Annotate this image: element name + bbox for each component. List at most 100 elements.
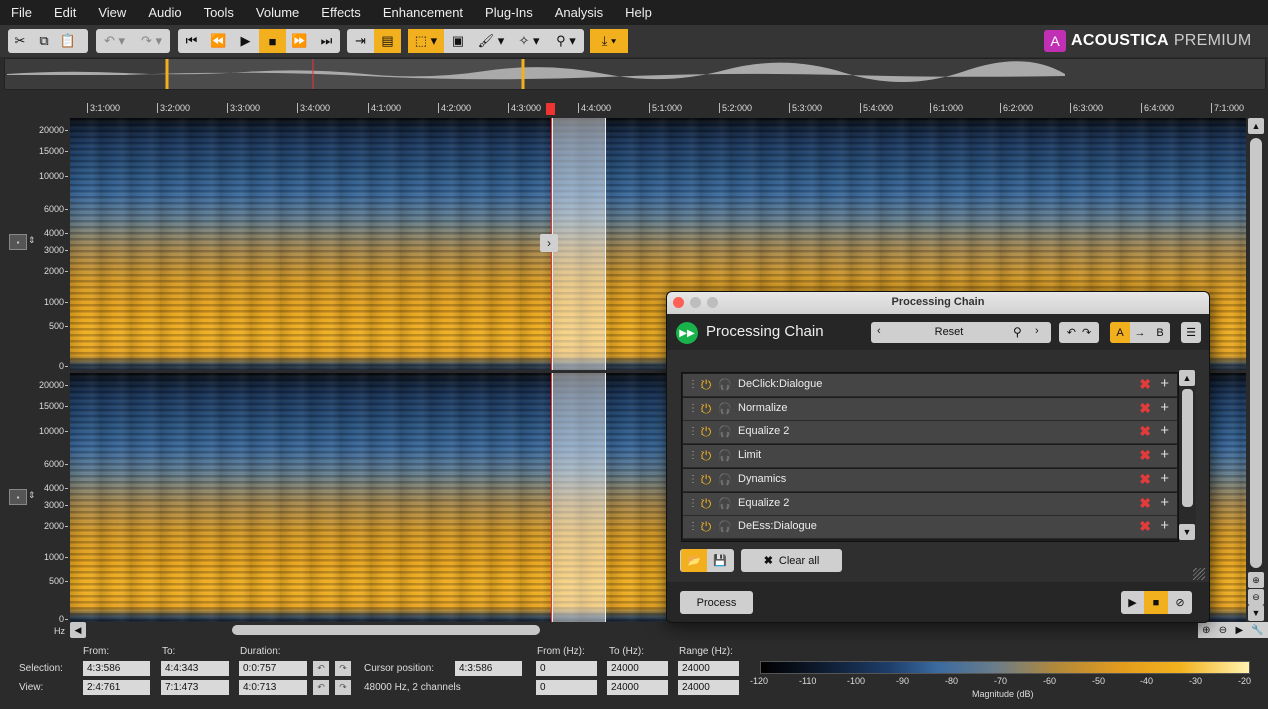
ab-b-button[interactable]: B	[1150, 327, 1170, 339]
undo-icon[interactable]: ↶ ▾	[96, 29, 133, 53]
vertical-scroll-thumb[interactable]	[1250, 138, 1262, 568]
add-icon[interactable]: +	[1160, 470, 1169, 487]
waveform-overview[interactable]	[4, 58, 1266, 90]
copy-icon[interactable]: ⧉	[32, 29, 56, 53]
selection-from-hz-field[interactable]: 0	[536, 661, 597, 676]
redo-icon[interactable]: ↷ ▾	[133, 29, 170, 53]
resize-grip-icon[interactable]	[1193, 568, 1205, 580]
power-icon[interactable]: ⏻	[701, 401, 711, 417]
view-from-hz-field[interactable]: 0	[536, 680, 597, 695]
remove-icon[interactable]: ✖	[1139, 423, 1151, 440]
selection-region[interactable]	[552, 373, 606, 622]
open-folder-icon[interactable]: 📂	[681, 549, 707, 572]
expand-chevron-icon[interactable]: ›	[540, 234, 558, 252]
list-item[interactable]: ⋮⋮ ⏻ 🎧 Equalize 2 ✖ +	[683, 421, 1177, 444]
view-redo-icon[interactable]: ↷	[335, 680, 351, 695]
add-icon[interactable]: +	[1160, 446, 1169, 463]
vertical-scrollbar[interactable]: ▲ ⊕	[1247, 118, 1265, 588]
headphones-icon[interactable]: 🎧	[718, 425, 732, 438]
selection-to-field[interactable]: 4:4:343	[161, 661, 229, 676]
remove-icon[interactable]: ✖	[1139, 400, 1151, 417]
remove-icon[interactable]: ✖	[1139, 471, 1151, 488]
list-item[interactable]: ⋮⋮ ⏻ 🎧 Normalize ✖ +	[683, 398, 1177, 421]
list-item[interactable]: ⋮⋮ ⏻ 🎧 Limit ✖ +	[683, 445, 1177, 468]
add-icon[interactable]: +	[1160, 422, 1169, 439]
selection-to-hz-field[interactable]: 24000	[607, 661, 668, 676]
menu-volume[interactable]: Volume	[245, 0, 310, 25]
fast-forward-icon[interactable]: ⏩	[286, 29, 313, 53]
preview-play-icon[interactable]: ▶	[1121, 596, 1144, 609]
preset-search-icon[interactable]: ⚲	[1013, 325, 1022, 339]
power-icon[interactable]: ⏻	[701, 496, 711, 512]
settings-wrench-icon[interactable]: 🔧	[1251, 625, 1263, 636]
zoom-out-vertical-icon[interactable]: ⊖	[1248, 589, 1264, 605]
headphones-icon[interactable]: 🎧	[718, 473, 732, 486]
menu-file[interactable]: File	[0, 0, 43, 25]
scroll-left-icon[interactable]: ◀	[70, 622, 86, 638]
selection-redo-icon[interactable]: ↷	[335, 661, 351, 676]
list-scroll-down-icon[interactable]: ▼	[1179, 524, 1195, 540]
list-item[interactable]: ⋮⋮ ⏻ 🎧 DeEss:Dialogue ✖ +	[683, 516, 1177, 539]
zoom-out-icon[interactable]: ⊖	[1219, 625, 1227, 636]
preset-selector[interactable]: ‹ Reset ⚲ ›	[871, 322, 1051, 343]
view-duration-field[interactable]: 4:0:713	[239, 680, 307, 695]
menu-plug-ins[interactable]: Plug-Ins	[474, 0, 544, 25]
view-range-hz-field[interactable]: 24000	[678, 680, 739, 695]
list-item[interactable]: ⋮⋮ ⏻ 🎧 Equalize 2 ✖ +	[683, 493, 1177, 516]
time-ruler[interactable]: 3:1:000 3:2:000 3:3:000 3:4:000 4:1:000 …	[70, 101, 1246, 119]
rewind-icon[interactable]: ⏪	[205, 29, 232, 53]
add-icon[interactable]: +	[1160, 517, 1169, 534]
fast-forward-green-icon[interactable]: ▶▶	[676, 322, 698, 344]
headphones-icon[interactable]: 🎧	[718, 402, 732, 415]
selection-undo-icon[interactable]: ↶	[313, 661, 329, 676]
menu-edit[interactable]: Edit	[43, 0, 87, 25]
add-icon[interactable]: +	[1160, 375, 1169, 392]
go-to-end-icon[interactable]: ⏭	[313, 29, 340, 53]
scroll-down-icon[interactable]: ▼	[1248, 605, 1264, 621]
follow-playback-icon[interactable]: ⇥	[347, 29, 374, 53]
brush-tool-icon[interactable]: 🖌 ▾	[472, 29, 510, 53]
ab-copy-arrow-icon[interactable]: →	[1130, 327, 1150, 339]
power-icon[interactable]: ⏻	[701, 424, 711, 440]
dialog-titlebar[interactable]: Processing Chain	[667, 292, 1209, 314]
horizontal-scrollbar[interactable]: ◀	[70, 622, 1246, 638]
headphones-icon[interactable]: 🎧	[718, 378, 732, 391]
menu-enhancement[interactable]: Enhancement	[372, 0, 474, 25]
menu-view[interactable]: View	[87, 0, 137, 25]
remove-icon[interactable]: ✖	[1139, 518, 1151, 535]
selection-from-field[interactable]: 4:3:586	[83, 661, 150, 676]
magic-wand-tool-icon[interactable]: ✧ ▾	[510, 29, 548, 53]
scroll-right-icon[interactable]: ▶	[1235, 625, 1243, 636]
preview-stop-icon[interactable]: ■	[1144, 591, 1168, 614]
add-icon[interactable]: +	[1160, 494, 1169, 511]
remove-icon[interactable]: ✖	[1139, 447, 1151, 464]
view-to-hz-field[interactable]: 24000	[607, 680, 668, 695]
stop-icon[interactable]: ■	[259, 29, 286, 53]
playhead-marker[interactable]	[546, 103, 555, 115]
power-icon[interactable]: ⏻	[701, 472, 711, 488]
headphones-icon[interactable]: 🎧	[718, 497, 732, 510]
power-icon[interactable]: ⏻	[701, 519, 711, 535]
remove-icon[interactable]: ✖	[1139, 495, 1151, 512]
channel-1-sort-icon[interactable]: ⇕	[28, 235, 36, 246]
cut-icon[interactable]: ✂	[8, 29, 32, 53]
scroll-up-icon[interactable]: ▲	[1248, 118, 1264, 134]
hamburger-menu-icon[interactable]: ☰	[1181, 322, 1201, 343]
clear-all-button[interactable]: ✖ Clear all	[741, 549, 842, 572]
selection-region[interactable]	[552, 118, 606, 370]
channel-2-toggle-icon[interactable]: ▪	[9, 489, 27, 505]
preset-next-icon[interactable]: ›	[1035, 325, 1039, 337]
effects-list-scrollbar[interactable]: ▲ ▼	[1179, 370, 1196, 540]
snap-tool-icon[interactable]: ⤓ ▾	[590, 29, 628, 53]
chain-redo-icon[interactable]: ↷	[1082, 326, 1091, 339]
menu-analysis[interactable]: Analysis	[544, 0, 614, 25]
menu-tools[interactable]: Tools	[193, 0, 245, 25]
selection-duration-field[interactable]: 0:0:757	[239, 661, 307, 676]
play-icon[interactable]: ▶	[232, 29, 259, 53]
power-icon[interactable]: ⏻	[701, 448, 711, 464]
save-disk-icon[interactable]: 💾	[707, 554, 733, 567]
selection-range-hz-field[interactable]: 24000	[678, 661, 739, 676]
list-scroll-up-icon[interactable]: ▲	[1179, 370, 1195, 386]
list-scroll-thumb[interactable]	[1182, 389, 1193, 507]
list-item[interactable]: ⋮⋮ ⏻ 🎧 Dynamics ✖ +	[683, 469, 1177, 492]
